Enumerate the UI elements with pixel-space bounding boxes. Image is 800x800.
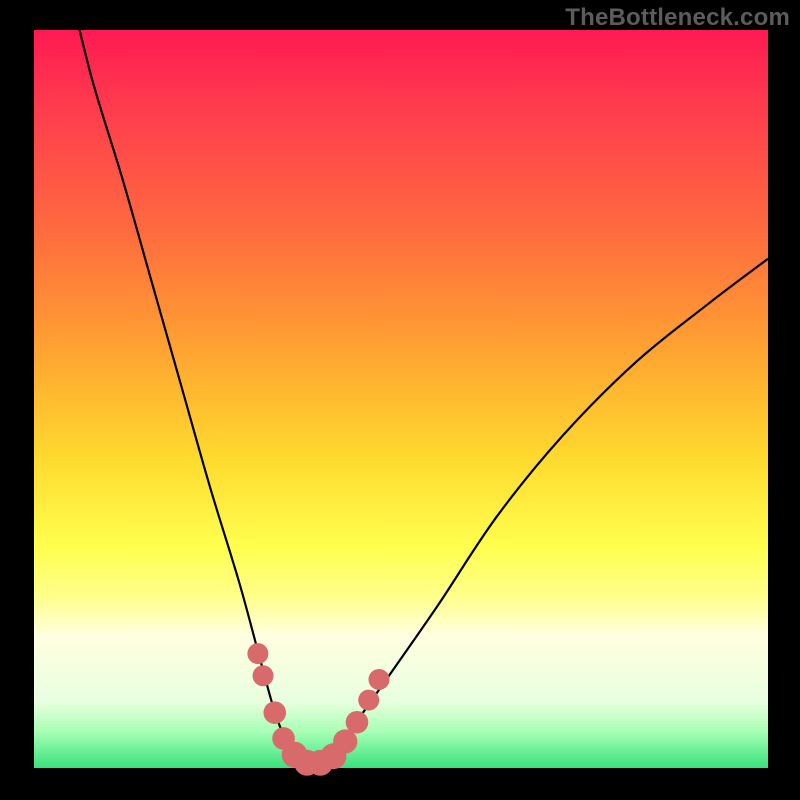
curve-marker xyxy=(368,669,389,690)
curve-marker xyxy=(263,701,286,724)
bottleneck-curve xyxy=(71,0,768,765)
curve-marker xyxy=(253,665,274,686)
curve-marker xyxy=(247,643,268,664)
curve-marker xyxy=(358,690,379,711)
curve-markers xyxy=(247,643,389,776)
curve-marker xyxy=(346,711,369,734)
plot-area xyxy=(34,30,768,768)
watermark-text: TheBottleneck.com xyxy=(565,4,790,32)
chart-frame: TheBottleneck.com xyxy=(0,0,800,800)
bottleneck-curve-svg xyxy=(34,30,768,768)
